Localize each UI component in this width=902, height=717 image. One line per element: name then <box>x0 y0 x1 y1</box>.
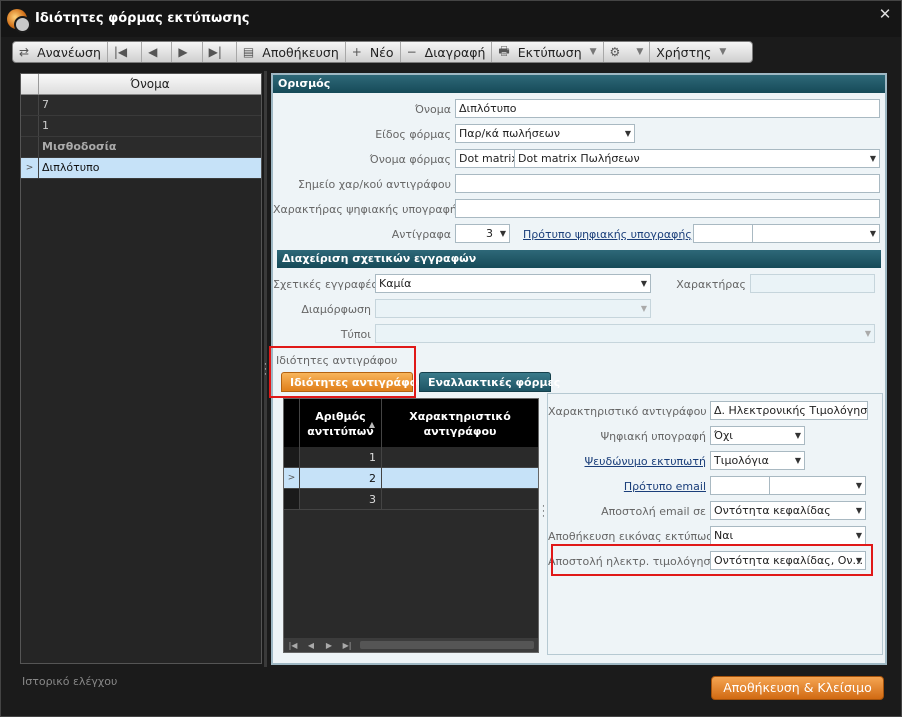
list-item[interactable]: 7 <box>21 95 261 116</box>
types-select[interactable]: ▼ <box>375 324 875 343</box>
first-record-button[interactable]: |◀ <box>108 42 143 62</box>
grid-header: Αριθμός αντιτύπων ▲ Χαρακτηριστικό αντιγρ… <box>284 399 538 447</box>
chevron-down-icon: ▼ <box>855 531 862 540</box>
name-column-header[interactable]: Όνομα <box>39 74 261 94</box>
signature-template-select[interactable]: ▼ <box>752 224 880 243</box>
row-pointer-icon: > <box>21 158 39 178</box>
save-and-close-button[interactable]: Αποθήκευση & Κλείσιμο <box>711 676 884 700</box>
chevron-down-icon: ▼ <box>636 47 644 57</box>
previous-record-button[interactable]: ◀ <box>142 42 173 62</box>
email-template-select[interactable]: ▼ <box>769 476 866 495</box>
row-pointer-icon: > <box>284 468 300 488</box>
related-char-input[interactable] <box>750 274 875 293</box>
copy-char-column-header[interactable]: Χαρακτηριστικό αντιγράφου <box>382 399 538 447</box>
window-title: Ιδιότητες φόρμας εκτύπωσης <box>35 11 250 26</box>
chevron-down-icon: ▼ <box>864 329 871 338</box>
chevron-down-icon: ▼ <box>855 481 862 490</box>
chevron-down-icon: ▼ <box>869 154 876 163</box>
save-icon: ▤ <box>242 45 255 59</box>
chevron-down-icon: ▼ <box>640 279 647 288</box>
sort-asc-icon: ▲ <box>368 420 375 429</box>
printer-alias-select[interactable]: Τιμολόγια ▼ <box>710 451 805 470</box>
minus-icon: − <box>406 45 417 59</box>
settings-button[interactable]: ⚙ ▼ <box>604 42 651 62</box>
chevron-down-icon: ▼ <box>869 229 876 238</box>
definition-header: Ορισμός <box>273 75 885 93</box>
copy-properties-form: Χαρακτηριστικό αντιγράφου Δ. Ηλεκτρονική… <box>547 393 883 655</box>
list-item[interactable]: Μισθοδοσία <box>21 137 261 158</box>
gear-icon: ⚙ <box>609 45 621 59</box>
send-email-select[interactable]: Οντότητα κεφαλίδας ▼ <box>710 501 866 520</box>
copies-select[interactable]: 3 ▼ <box>455 224 510 243</box>
dialog-window: Ιδιότητες φόρμας εκτύπωσης ✕ ⇄ Ανανέωση |… <box>0 0 902 717</box>
forms-list: Όνομα 7 1 Μισθοδοσία > Διπλότυπο <box>20 73 262 664</box>
last-record-button[interactable]: ▶| <box>203 42 237 62</box>
chevron-down-icon: ▼ <box>794 456 801 465</box>
chevron-down-icon: ▼ <box>624 129 631 138</box>
last-icon: ▶| <box>208 45 222 59</box>
list-item-selected[interactable]: > Διπλότυπο <box>21 158 261 179</box>
signature-template-code-input[interactable] <box>693 224 753 243</box>
chevron-down-icon: ▼ <box>719 47 727 57</box>
grid-navigator: |◀ ◀ ▶ ▶| <box>284 638 538 652</box>
copy-char-input[interactable]: Δ. Ηλεκτρονικής Τιμολόγησης <box>710 401 868 420</box>
first-icon[interactable]: |◀ <box>284 641 302 650</box>
tab-alternative-forms[interactable]: Εναλλακτικές φόρμες <box>419 372 560 392</box>
print-button[interactable]: 🖶 Εκτύπωση ▼ <box>492 42 604 62</box>
name-input[interactable]: Διπλότυπο <box>455 99 880 118</box>
list-header: Όνομα <box>21 74 261 95</box>
first-icon: |◀ <box>113 45 128 59</box>
copies-grid: Αριθμός αντιτύπων ▲ Χαρακτηριστικό αντιγρ… <box>283 398 539 653</box>
audit-history-link[interactable]: Ιστορικό ελέγχου <box>22 675 117 688</box>
printer-icon: 🖶 <box>498 43 510 58</box>
email-template-code-input[interactable] <box>710 476 770 495</box>
title-bar: Ιδιότητες φόρμας εκτύπωσης ✕ <box>1 1 901 37</box>
chevron-down-icon: ▼ <box>640 304 647 313</box>
chevron-down-icon: ▼ <box>855 506 862 515</box>
previous-icon: ◀ <box>148 45 158 59</box>
digital-signature-char-input[interactable] <box>455 199 880 218</box>
config-select[interactable]: ▼ <box>375 299 651 318</box>
chevron-down-icon: ▼ <box>499 229 506 238</box>
related-records-header: Διαχείριση σχετικών εγγραφών <box>277 250 881 268</box>
chevron-down-icon: ▼ <box>589 47 597 57</box>
refresh-button[interactable]: ⇄ Ανανέωση <box>13 42 108 62</box>
last-icon[interactable]: ▶| <box>338 641 356 650</box>
new-button[interactable]: + Νέο <box>346 42 401 62</box>
digital-signature-select[interactable]: Όχι ▼ <box>710 426 805 445</box>
delete-button[interactable]: − Διαγραφή <box>401 42 493 62</box>
chevron-down-icon: ▼ <box>794 431 801 440</box>
email-template-link[interactable]: Πρότυπο email <box>548 480 706 493</box>
printer-alias-link[interactable]: Ψευδώνυμο εκτυπωτή <box>548 455 707 468</box>
digital-signature-template-link[interactable]: Πρότυπο ψηφιακής υπογραφής <box>523 228 692 241</box>
table-row-selected[interactable]: >2 <box>284 468 538 489</box>
list-item[interactable]: 1 <box>21 116 261 137</box>
next-icon: ▶ <box>178 45 188 59</box>
save-button[interactable]: ▤ Αποθήκευση <box>237 42 346 62</box>
copy-mark-input[interactable] <box>455 174 880 193</box>
form-name-code-input[interactable]: Dot matrix <box>455 149 515 168</box>
toolbar: ⇄ Ανανέωση |◀ ◀ ▶ ▶| ▤ Αποθήκευση + Νέο − Δι… <box>12 41 753 63</box>
form-type-select[interactable]: Παρ/κά πωλήσεων ▼ <box>455 124 635 143</box>
copies-count-column-header[interactable]: Αριθμός αντιτύπων ▲ <box>300 399 382 447</box>
save-print-image-select[interactable]: Ναι ▼ <box>710 526 866 545</box>
app-logo-icon <box>7 9 31 33</box>
previous-icon[interactable]: ◀ <box>302 641 320 650</box>
plus-icon: + <box>351 45 362 59</box>
highlight-box-einvoice <box>551 544 873 576</box>
refresh-icon: ⇄ <box>19 45 30 59</box>
next-icon[interactable]: ▶ <box>320 641 338 650</box>
form-name-select[interactable]: Dot matrix Πωλήσεων ▼ <box>514 149 880 168</box>
horizontal-scrollbar[interactable] <box>360 641 534 649</box>
table-row[interactable]: 3 <box>284 489 538 510</box>
highlight-box-copy-properties <box>269 346 416 398</box>
related-records-select[interactable]: Καμία ▼ <box>375 274 651 293</box>
next-record-button[interactable]: ▶ <box>172 42 203 62</box>
user-button[interactable]: Χρήστης ▼ <box>650 42 732 62</box>
table-row[interactable]: 1 <box>284 447 538 468</box>
close-icon[interactable]: ✕ <box>877 5 893 23</box>
